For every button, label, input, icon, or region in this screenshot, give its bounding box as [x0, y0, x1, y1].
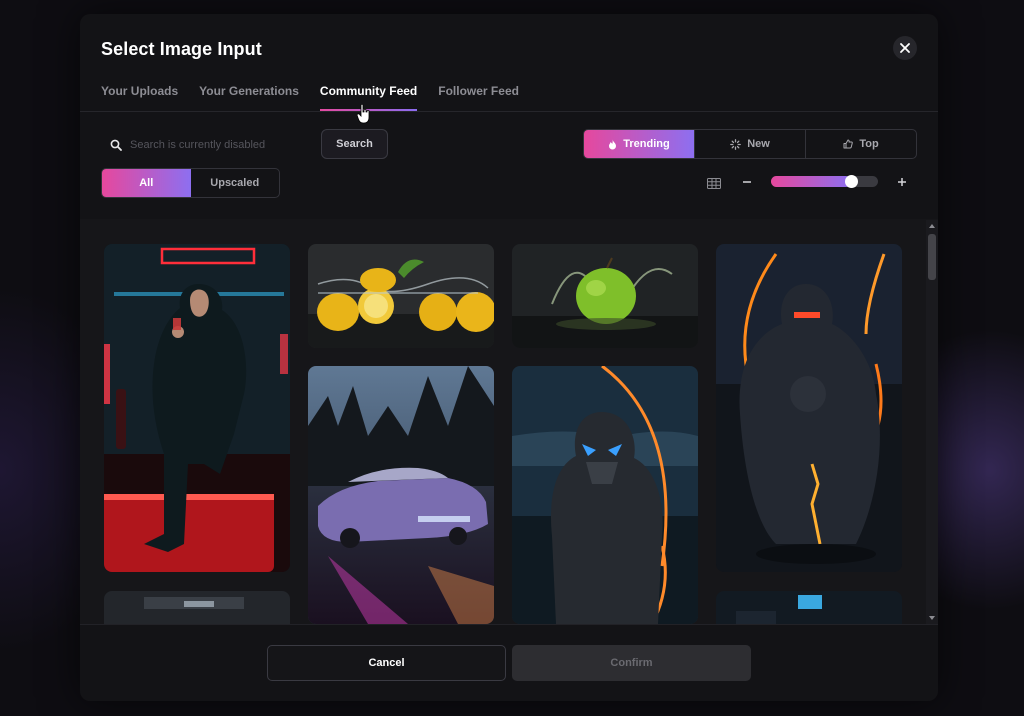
futuristic-car-image: [308, 366, 494, 624]
sort-toggle: Trending New Top: [583, 129, 917, 159]
man-in-neon-bar-image: [104, 244, 290, 572]
modal-footer: Cancel Confirm: [80, 624, 938, 701]
search-icon: [110, 139, 122, 151]
select-image-modal: Select Image Input Your Uploads Your Gen…: [80, 14, 938, 701]
dark-corridor-image: [104, 591, 290, 624]
sort-top-button[interactable]: Top: [806, 130, 916, 158]
thumbs-up-icon: [843, 139, 854, 149]
gallery-image-7[interactable]: [104, 591, 290, 624]
feed-controls: Search Trending New: [80, 112, 938, 219]
close-icon: [900, 43, 910, 53]
scroll-down-icon[interactable]: [929, 616, 935, 620]
zoom-slider-handle[interactable]: [845, 175, 859, 188]
modal-title: Select Image Input: [101, 39, 262, 59]
blue-light-room-image: [716, 591, 902, 624]
image-gallery: [80, 219, 938, 624]
tab-your-uploads[interactable]: Your Uploads: [101, 84, 178, 111]
sort-trending-label: Trending: [623, 138, 670, 150]
filter-all-button[interactable]: All: [102, 169, 191, 197]
plus-icon: [898, 178, 906, 186]
sort-top-label: Top: [859, 138, 879, 150]
gallery-image-5[interactable]: [308, 366, 494, 624]
sort-new-button[interactable]: New: [695, 130, 806, 158]
mouse-pointer-icon: [357, 104, 370, 124]
source-tabs: Your Uploads Your Generations Community …: [101, 84, 540, 111]
search-input[interactable]: [130, 139, 310, 151]
gallery-image-4[interactable]: [716, 244, 902, 572]
scroll-thumb[interactable]: [928, 234, 936, 280]
search-button[interactable]: Search: [321, 129, 388, 159]
tab-your-generations[interactable]: Your Generations: [199, 84, 299, 111]
gallery-image-2[interactable]: [308, 244, 494, 348]
tab-follower-feed[interactable]: Follower Feed: [438, 84, 519, 111]
gallery-image-6[interactable]: [512, 366, 698, 624]
ninja-archer-image: [512, 366, 698, 624]
loader-icon: [730, 138, 742, 150]
gallery-image-3[interactable]: [512, 244, 698, 348]
grid-view-button[interactable]: [707, 176, 721, 194]
zoom-in-button[interactable]: [895, 174, 909, 192]
gallery-image-8[interactable]: [716, 591, 902, 624]
green-apple-image: [512, 244, 698, 348]
grid-icon: [707, 178, 721, 189]
flame-icon: [609, 139, 617, 149]
filter-upscaled-button[interactable]: Upscaled: [191, 169, 280, 197]
gallery-scrollbar[interactable]: [926, 220, 938, 624]
lemons-splash-image: [308, 244, 494, 348]
confirm-button[interactable]: Confirm: [512, 645, 751, 681]
scroll-up-icon[interactable]: [929, 224, 935, 228]
zoom-slider-fill: [771, 176, 852, 187]
sort-new-label: New: [747, 138, 770, 150]
close-button[interactable]: [893, 36, 917, 60]
zoom-slider[interactable]: [771, 175, 878, 188]
hooded-fire-archer-image: [716, 244, 902, 572]
zoom-out-button[interactable]: [740, 174, 754, 192]
gallery-image-1[interactable]: [104, 244, 290, 572]
sort-trending-button[interactable]: Trending: [584, 130, 695, 158]
filter-toggle: All Upscaled: [101, 168, 280, 198]
cancel-button[interactable]: Cancel: [267, 645, 506, 681]
search-box: [101, 130, 311, 160]
minus-icon: [743, 181, 751, 183]
